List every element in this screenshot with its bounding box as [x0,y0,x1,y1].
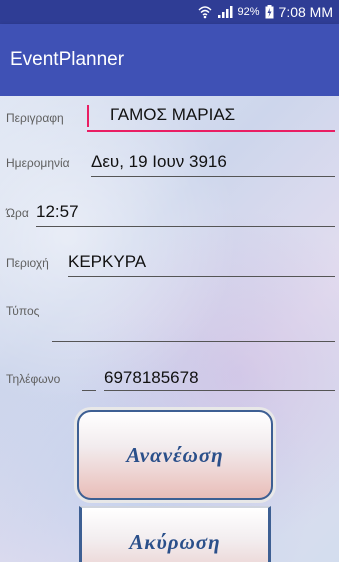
phone-label: Τηλέφωνο [6,372,61,386]
battery-icon [265,5,274,19]
battery-percent: 92% [237,6,260,18]
date-input[interactable]: Δευ, 19 Ιουν 3916 [91,152,227,172]
cancel-button[interactable]: Ακύρωση [79,506,271,562]
area-input[interactable]: ΚΕΡΚΥΡΑ [68,252,146,272]
update-button-label: Ανανέωση [126,442,224,467]
description-label: Περιγραφη [6,111,64,125]
event-form: Περιγραφη ΓΑΜΟΣ ΜΑΡΙΑΣ Ημερομηνία Δευ, 1… [0,96,339,562]
app-bar: EventPlanner [0,24,339,96]
phone-input[interactable]: 6978185678 [104,368,199,388]
wifi-icon [198,5,212,19]
cancel-button-label: Ακύρωση [129,529,221,554]
app-title: EventPlanner [10,49,125,70]
type-label: Τύπος [6,304,40,318]
update-button[interactable]: Ανανέωση [77,410,273,500]
area-row: Περιοχή ΚΕΡΚΥΡΑ [0,246,339,286]
description-input[interactable]: ΓΑΜΟΣ ΜΑΡΙΑΣ [110,105,235,125]
date-underline [91,176,335,177]
date-label: Ημερομηνία [6,156,70,170]
time-underline [36,226,335,227]
status-time: 7:08 MM [278,4,333,20]
area-underline [68,276,335,277]
type-underline [52,341,335,342]
area-label: Περιοχή [6,256,49,270]
phone-underline [104,390,335,391]
description-underline [87,130,335,132]
text-cursor [87,105,89,127]
time-input[interactable]: 12:57 [36,202,79,222]
date-row: Ημερομηνία Δευ, 19 Ιουν 3916 [0,146,339,186]
time-label: Ώρα [6,206,29,220]
status-bar: 92% 7:08 MM [0,0,339,24]
type-row: Τύπος [0,296,339,346]
signal-icon [217,5,233,19]
phone-underline-left [82,390,96,391]
phone-row: Τηλέφωνο 6978185678 [0,362,339,402]
description-row: Περιγραφη ΓΑΜΟΣ ΜΑΡΙΑΣ [0,96,339,136]
time-row: Ώρα 12:57 [0,196,339,236]
